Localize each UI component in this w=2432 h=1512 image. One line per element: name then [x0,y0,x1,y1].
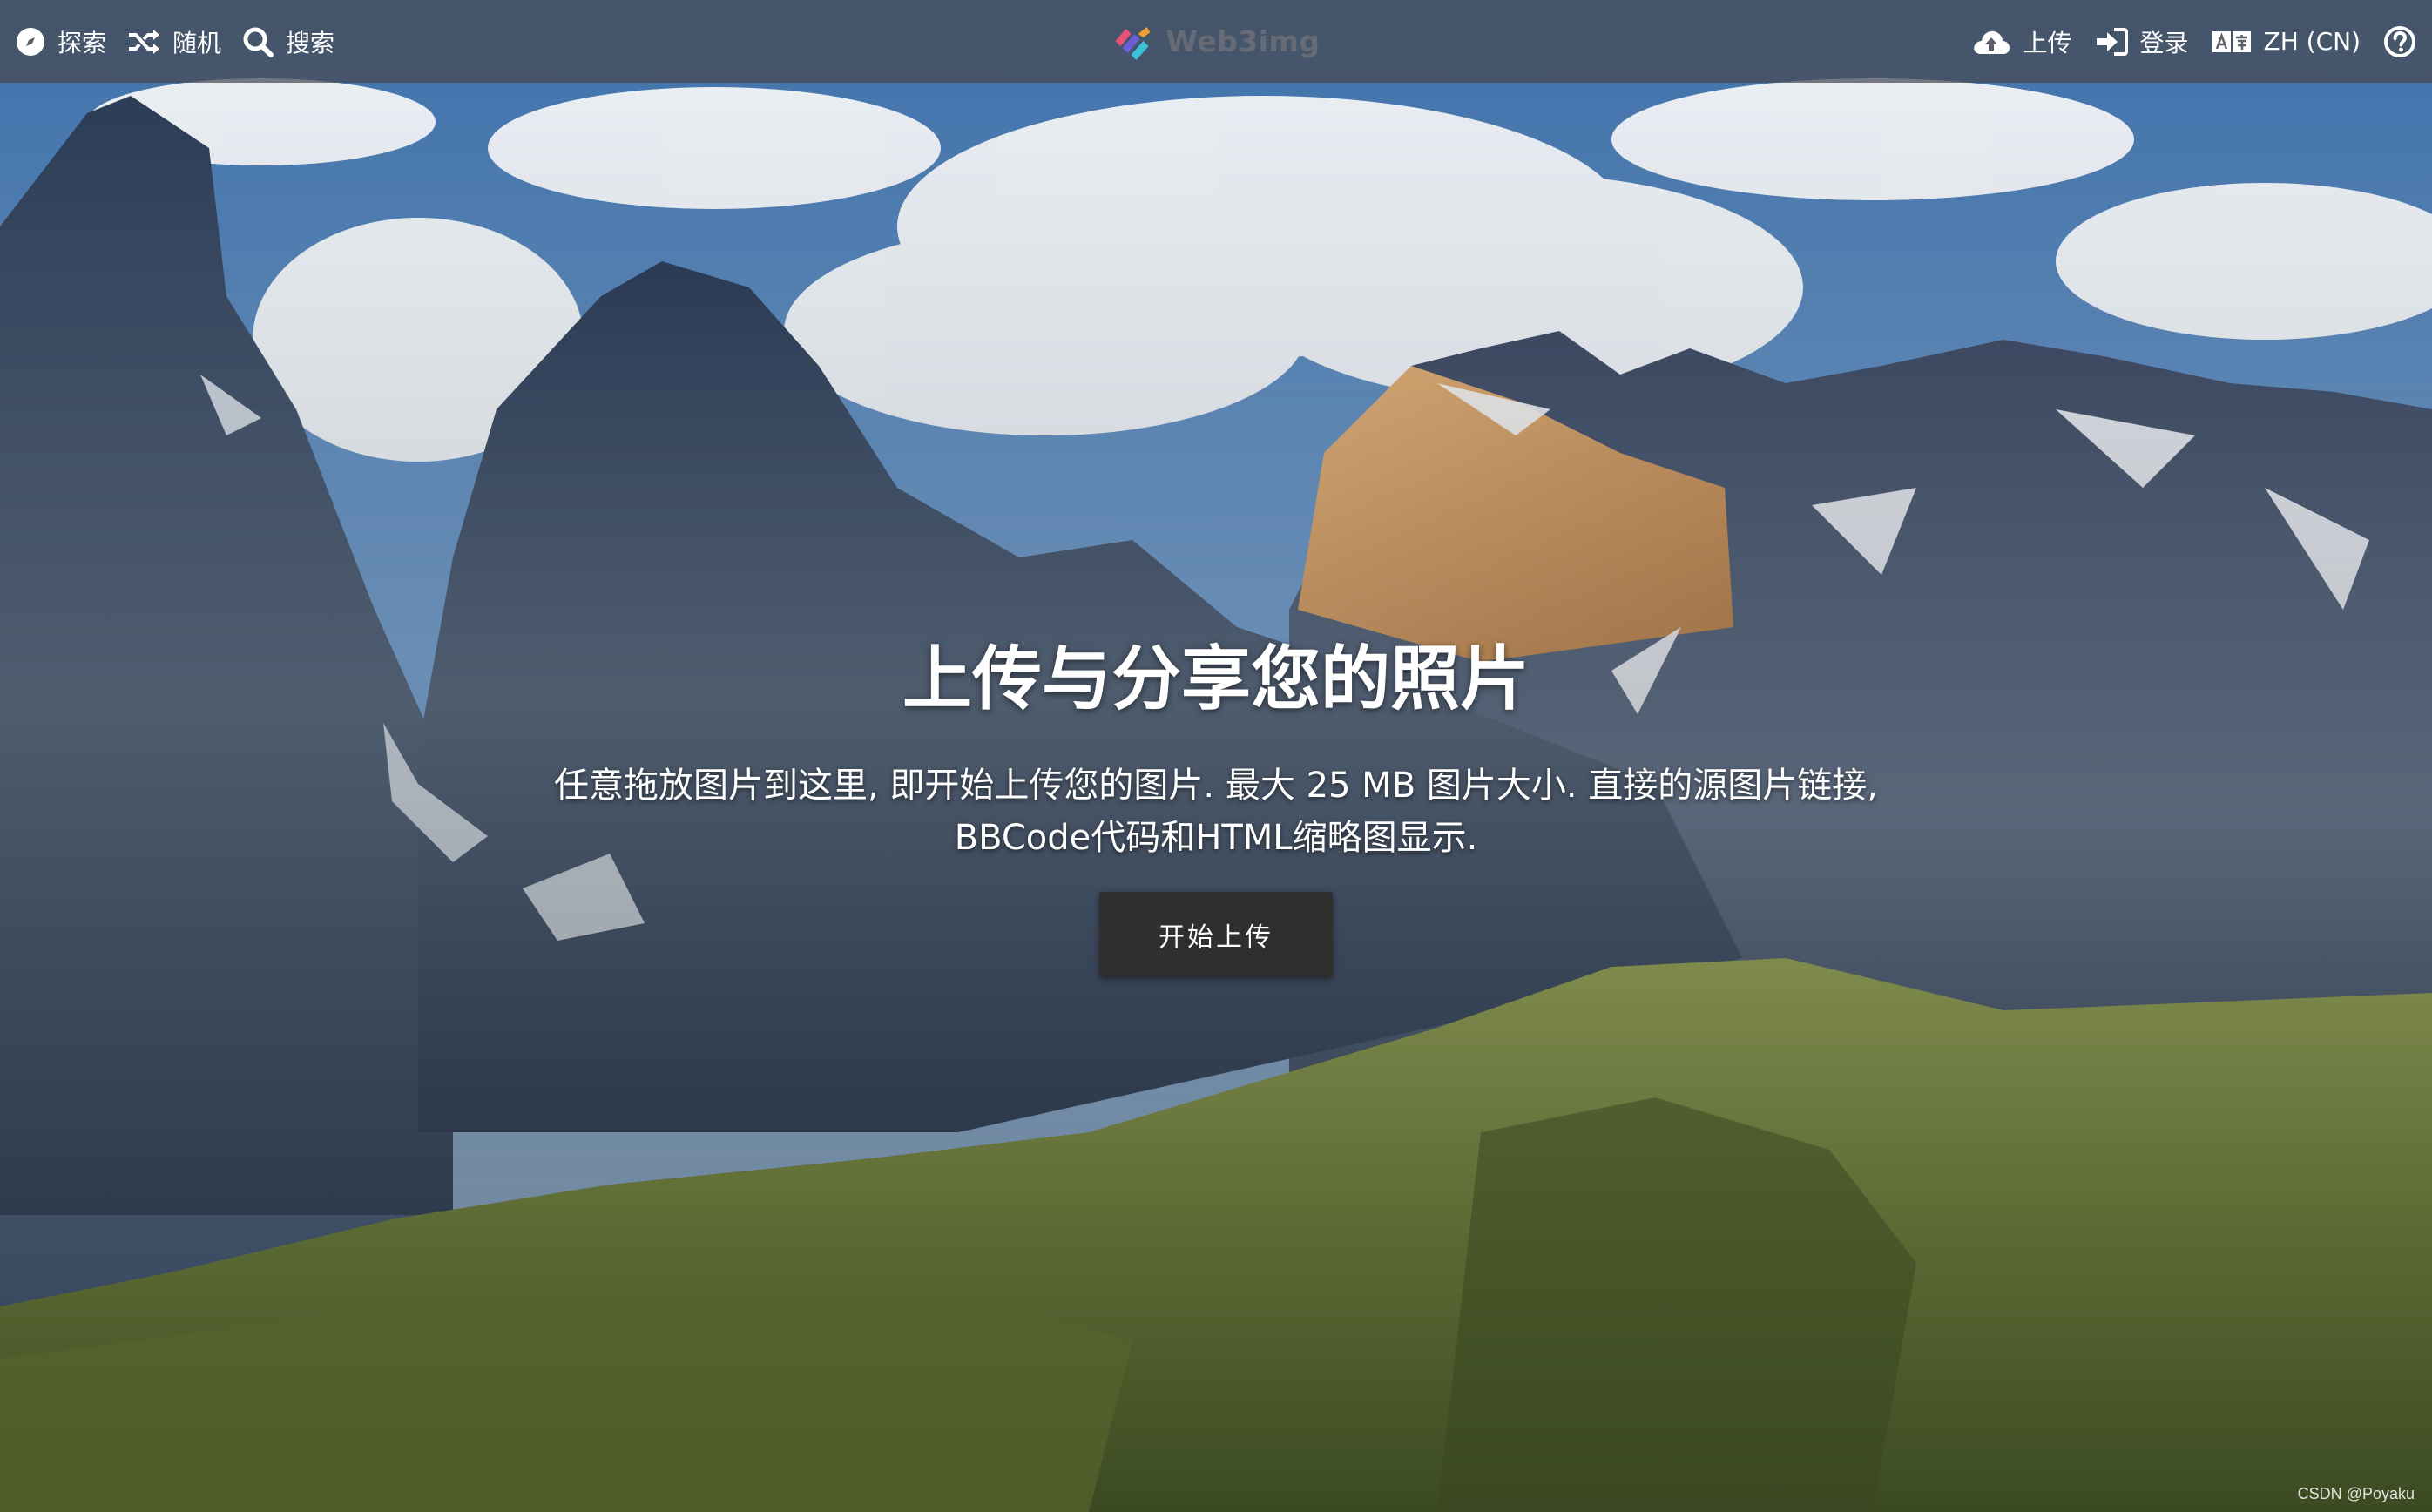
nav-search[interactable]: 搜索 [242,0,334,83]
nav-random-label: 随机 [172,28,222,57]
hero-section: 上传与分享您的照片 任意拖放图片到这里, 即开始上传您的图片. 最大 25 MB… [0,636,2432,977]
nav-explore-label: 探索 [57,28,107,57]
page: 探索 随机 搜索 Web3img 上传 登录 ZH (CN) 上传与分享您的照片… [0,0,2432,1512]
language-icon [2212,30,2252,54]
hero-description: 任意拖放图片到这里, 即开始上传您的图片. 最大 25 MB 图片大小. 直接的… [554,766,1878,858]
nav-upload[interactable]: 上传 [1972,0,2072,83]
start-upload-button[interactable]: 开始上传 [1099,892,1333,977]
brand-logo-link[interactable]: Web3img [1111,0,1320,83]
sign-in-icon [2095,27,2128,57]
nav-upload-label: 上传 [2023,28,2072,57]
search-icon [242,26,274,57]
nav-language-label: ZH (CN) [2263,27,2361,56]
nav-login[interactable]: 登录 [2095,0,2189,83]
web3img-logo-icon [1111,24,1153,60]
cloud-upload-icon [1972,28,2010,56]
help-circle-icon [2383,25,2416,58]
shuffle-icon [127,28,160,56]
nav-login-label: 登录 [2139,28,2189,57]
hero-title: 上传与分享您的照片 [902,638,1530,719]
nav-right-group: 上传 登录 ZH (CN) [1949,0,2416,83]
compass-icon [16,27,45,57]
nav-help[interactable] [2383,0,2416,83]
nav-explore[interactable]: 探索 [16,0,106,83]
watermark-text: CSDN @Poyaku [2297,1485,2415,1502]
nav-search-label: 搜索 [286,28,335,57]
nav-left-group: 探索 随机 搜索 [16,0,355,83]
brand-name: Web3img [1165,24,1321,58]
nav-random[interactable]: 随机 [127,0,221,83]
nav-language[interactable]: ZH (CN) [2212,0,2361,83]
top-navigation-bar: 探索 随机 搜索 Web3img 上传 登录 ZH (CN) [0,0,2432,83]
